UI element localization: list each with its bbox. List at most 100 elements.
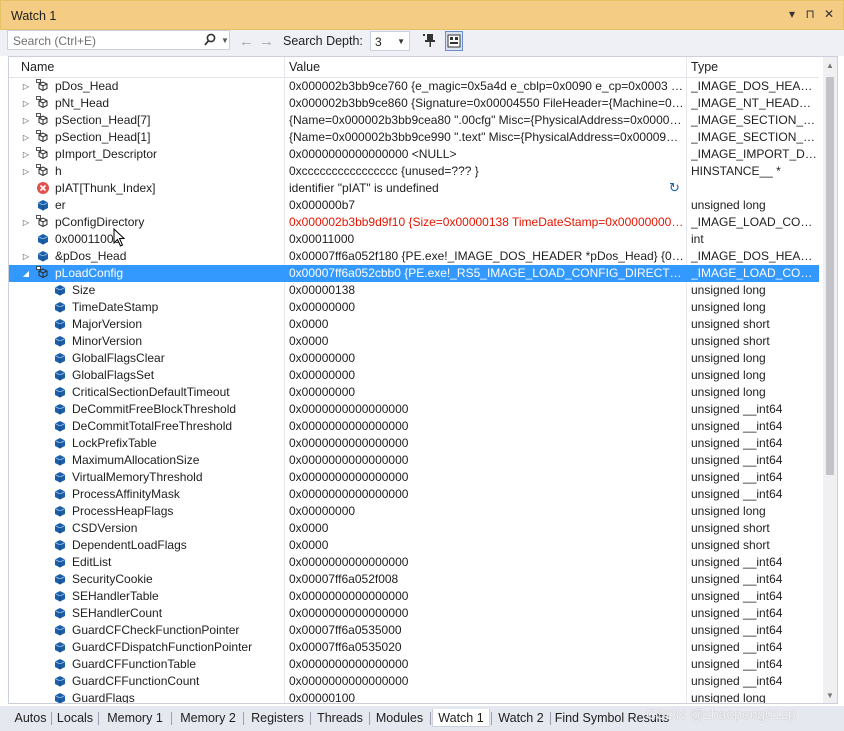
watch-row[interactable]: ▷ pConfigDirectory 0x000002b3bb9d9f10 {Siz…: [9, 214, 819, 231]
watch-row[interactable]: GuardCFFunctionCount 0x0000000000000000 un…: [9, 673, 819, 690]
watch-name[interactable]: pConfigDirectory: [55, 215, 283, 229]
watch-row[interactable]: ▷ pSection_Head[1] {Name=0x000002b3bb9ce99…: [9, 129, 819, 146]
watch-row[interactable]: SEHandlerCount 0x0000000000000000 unsigned…: [9, 605, 819, 622]
watch-name[interactable]: pSection_Head[7]: [55, 113, 283, 127]
search-previous-icon[interactable]: ←: [239, 33, 254, 50]
watch-row[interactable]: LockPrefixTable 0x0000000000000000 unsigne…: [9, 435, 819, 452]
watch-value[interactable]: 0xcccccccccccccccc {unused=??? }: [289, 164, 684, 178]
watch-row[interactable]: MaximumAllocationSize 0x0000000000000000 u…: [9, 452, 819, 469]
vertical-scrollbar[interactable]: ▲ ▼: [823, 57, 837, 703]
watch-value[interactable]: 0x00007ff6a052f008: [289, 572, 684, 586]
hex-display-toggle[interactable]: [445, 31, 463, 51]
watch-row[interactable]: TimeDateStamp 0x00000000 unsigned long: [9, 299, 819, 316]
tab-watch-2[interactable]: Watch 2: [493, 709, 549, 727]
expand-arrow-icon[interactable]: ▷: [21, 78, 31, 95]
watch-row[interactable]: 0x00011000 0x00011000 int: [9, 231, 819, 248]
watch-value[interactable]: 0x0000000000000000: [289, 470, 684, 484]
watch-name[interactable]: &pDos_Head: [55, 249, 283, 263]
watch-value[interactable]: 0x00000000: [289, 351, 684, 365]
watch-value[interactable]: 0x0000000000000000: [289, 402, 684, 416]
watch-name[interactable]: MinorVersion: [72, 334, 283, 348]
watch-name[interactable]: GlobalFlagsClear: [72, 351, 283, 365]
watch-row[interactable]: GuardFlags 0x00000100 unsigned long: [9, 690, 819, 703]
watch-row[interactable]: ▷ &pDos_Head 0x00007ff6a052f180 {PE.exe!_I…: [9, 248, 819, 265]
watch-row[interactable]: SEHandlerTable 0x0000000000000000 unsigned…: [9, 588, 819, 605]
tab-autos[interactable]: Autos: [8, 709, 53, 727]
expand-arrow-icon[interactable]: ▷: [21, 129, 31, 146]
watch-name[interactable]: SEHandlerCount: [72, 606, 283, 620]
watch-value[interactable]: 0x0000: [289, 317, 684, 331]
watch-name[interactable]: GlobalFlagsSet: [72, 368, 283, 382]
tab-watch-1[interactable]: Watch 1: [432, 709, 490, 727]
watch-name[interactable]: pIAT[Thunk_Index]: [55, 181, 283, 195]
watch-value[interactable]: 0x0000000000000000: [289, 657, 684, 671]
expand-arrow-icon[interactable]: ▷: [21, 112, 31, 129]
watch-value[interactable]: 0x0000000000000000: [289, 589, 684, 603]
watch-value[interactable]: 0x0000000000000000: [289, 453, 684, 467]
watch-row[interactable]: MinorVersion 0x0000 unsigned short: [9, 333, 819, 350]
watch-name[interactable]: CriticalSectionDefaultTimeout: [72, 385, 283, 399]
watch-row[interactable]: ▷ h 0xcccccccccccccccc {unused=??? } HINSTA…: [9, 163, 819, 180]
watch-row[interactable]: CriticalSectionDefaultTimeout 0x00000000 u…: [9, 384, 819, 401]
scroll-down-icon[interactable]: ▼: [826, 691, 834, 700]
watch-name[interactable]: h: [55, 164, 283, 178]
watch-value[interactable]: 0x0000000000000000: [289, 674, 684, 688]
watch-name[interactable]: VirtualMemoryThreshold: [72, 470, 283, 484]
watch-name[interactable]: GuardCFCheckFunctionPointer: [72, 623, 283, 637]
watch-row[interactable]: ProcessAffinityMask 0x0000000000000000 uns…: [9, 486, 819, 503]
search-depth-dropdown[interactable]: 3 ▼: [370, 31, 410, 51]
watch-value[interactable]: 0x0000000000000000: [289, 436, 684, 450]
watch-name[interactable]: DependentLoadFlags: [72, 538, 283, 552]
watch-value[interactable]: 0x00007ff6a052f180 {PE.exe!_IMAGE_DOS_HE…: [289, 249, 684, 263]
watch-name[interactable]: ProcessHeapFlags: [72, 504, 283, 518]
watch-value[interactable]: 0x00000138: [289, 283, 684, 297]
watch-value[interactable]: 0x00000100: [289, 691, 684, 703]
watch-value[interactable]: 0x0000: [289, 334, 684, 348]
tab-threads[interactable]: Threads: [312, 709, 368, 727]
watch-value[interactable]: 0x0000000000000000: [289, 606, 684, 620]
tab-memory-2[interactable]: Memory 2: [173, 709, 243, 727]
watch-name[interactable]: CSDVersion: [72, 521, 283, 535]
expand-arrow-icon[interactable]: ▷: [21, 214, 31, 231]
watch-value[interactable]: 0x00000000: [289, 300, 684, 314]
watch-row[interactable]: MajorVersion 0x0000 unsigned short: [9, 316, 819, 333]
expand-arrow-icon[interactable]: ▷: [21, 146, 31, 163]
watch-name[interactable]: SEHandlerTable: [72, 589, 283, 603]
tab-memory-1[interactable]: Memory 1: [100, 709, 170, 727]
watch-value[interactable]: 0x00000000: [289, 385, 684, 399]
collapse-arrow-icon[interactable]: ◢: [21, 265, 31, 282]
watch-value[interactable]: 0x0000000000000000: [289, 555, 684, 569]
watch-row[interactable]: er 0x000000b7 unsigned long: [9, 197, 819, 214]
watch-value[interactable]: 0x0000000000000000 <NULL>: [289, 147, 684, 161]
tab-modules[interactable]: Modules: [371, 709, 428, 727]
watch-row[interactable]: ▷ pNt_Head 0x000002b3bb9ce860 {Signature=0…: [9, 95, 819, 112]
column-name[interactable]: Name: [21, 60, 54, 74]
search-input[interactable]: Search (Ctrl+E): [13, 34, 96, 48]
column-type[interactable]: Type: [691, 60, 718, 74]
watch-name[interactable]: EditList: [72, 555, 283, 569]
watch-name[interactable]: GuardCFFunctionTable: [72, 657, 283, 671]
watch-name[interactable]: pImport_Descriptor: [55, 147, 283, 161]
scrollbar-thumb[interactable]: [826, 77, 834, 475]
column-value[interactable]: Value: [289, 60, 320, 74]
watch-name[interactable]: pDos_Head: [55, 79, 283, 93]
watch-name[interactable]: MaximumAllocationSize: [72, 453, 283, 467]
close-icon[interactable]: ✕: [821, 7, 837, 21]
tab-registers[interactable]: Registers: [245, 709, 310, 727]
watch-row[interactable]: ▷ pImport_Descriptor 0x0000000000000000 <N…: [9, 146, 819, 163]
watch-name[interactable]: Size: [72, 283, 283, 297]
watch-name[interactable]: LockPrefixTable: [72, 436, 283, 450]
watch-value[interactable]: 0x000002b3bb9ce760 {e_magic=0x5a4d e_cbl…: [289, 79, 684, 93]
watch-value[interactable]: 0x00011000: [289, 232, 684, 246]
watch-name[interactable]: TimeDateStamp: [72, 300, 283, 314]
watch-row[interactable]: DeCommitFreeBlockThreshold 0x000000000000…: [9, 401, 819, 418]
watch-name[interactable]: DeCommitTotalFreeThreshold: [72, 419, 283, 433]
watch-row[interactable]: GuardCFCheckFunctionPointer 0x00007ff6a05…: [9, 622, 819, 639]
watch-name[interactable]: ProcessAffinityMask: [72, 487, 283, 501]
dropdown-icon[interactable]: ▾: [784, 7, 800, 21]
tab-locals[interactable]: Locals: [53, 709, 97, 727]
expand-arrow-icon[interactable]: ▷: [21, 163, 31, 180]
watch-value[interactable]: identifier "pIAT" is undefined: [289, 181, 684, 195]
watch-row[interactable]: GlobalFlagsSet 0x00000000 unsigned long: [9, 367, 819, 384]
watch-value[interactable]: {Name=0x000002b3bb9ce990 ".text" Misc={P…: [289, 130, 684, 144]
